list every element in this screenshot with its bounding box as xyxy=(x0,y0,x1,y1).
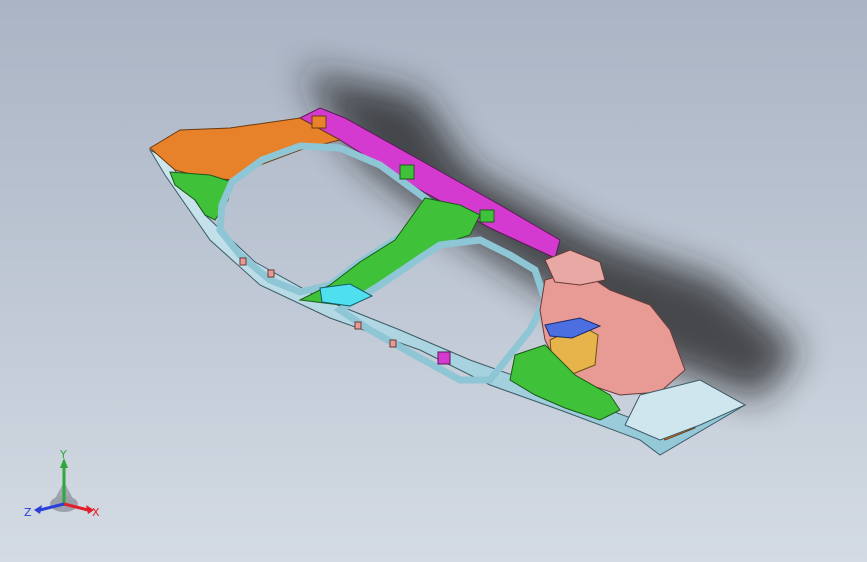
rail-tab xyxy=(354,321,362,330)
beam-clip xyxy=(311,115,327,129)
triad-y-label: Y xyxy=(59,448,67,461)
rail-tab xyxy=(239,257,247,266)
3d-model-view[interactable] xyxy=(0,0,867,562)
rail-tab xyxy=(437,351,451,365)
cad-viewport[interactable]: Y X Z xyxy=(0,0,867,562)
beam-clip xyxy=(399,164,415,180)
orientation-triad: Y X Z xyxy=(24,448,100,519)
rail-tab xyxy=(267,269,275,278)
triad-z-arrow xyxy=(34,505,42,514)
rail-tab xyxy=(389,339,397,348)
beam-clip xyxy=(479,209,495,223)
triad-x-label: X xyxy=(92,506,100,519)
triad-z-label: Z xyxy=(24,506,32,519)
